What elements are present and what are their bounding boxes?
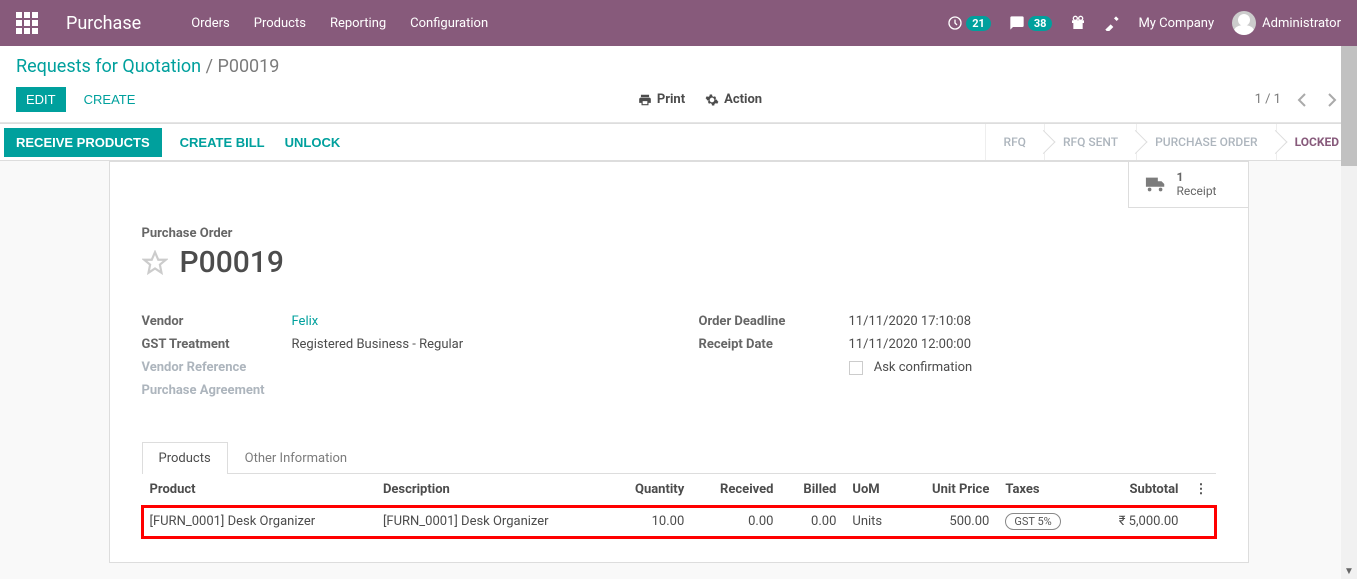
notebook-tabs: Products Other Information xyxy=(142,442,1216,474)
wrench-icon[interactable] xyxy=(1104,15,1120,31)
pager-text: 1 / 1 xyxy=(1255,92,1281,107)
th-subtotal[interactable]: Subtotal xyxy=(1089,474,1186,506)
print-icon xyxy=(638,93,652,107)
tab-other-info[interactable]: Other Information xyxy=(228,442,364,474)
menu-products[interactable]: Products xyxy=(254,16,306,31)
stat-receipt-count: 1 xyxy=(1177,170,1217,184)
value-ask-confirmation: Ask confirmation xyxy=(849,360,973,375)
label-deadline: Order Deadline xyxy=(699,314,849,329)
label-vendor-ref: Vendor Reference xyxy=(142,360,292,375)
status-bar: RECEIVE PRODUCTS CREATE BILL UNLOCK RFQ … xyxy=(0,123,1357,161)
breadcrumb-current: P00019 xyxy=(217,56,279,77)
gift-icon[interactable] xyxy=(1070,15,1086,31)
cell-more xyxy=(1187,506,1216,538)
ask-confirmation-checkbox[interactable] xyxy=(849,361,863,375)
avatar-icon xyxy=(1232,11,1256,35)
table-header-row: Product Description Quantity Received Bi… xyxy=(142,474,1216,506)
menu-reporting[interactable]: Reporting xyxy=(330,16,386,31)
label-gst: GST Treatment xyxy=(142,337,292,352)
form-sheet: 1 Receipt Purchase Order P00019 Vendor F… xyxy=(109,161,1249,563)
cell-subtotal: ₹ 5,000.00 xyxy=(1089,506,1186,538)
user-menu[interactable]: Administrator xyxy=(1232,11,1341,35)
table-row[interactable]: [FURN_0001] Desk Organizer [FURN_0001] D… xyxy=(142,506,1216,538)
label-vendor: Vendor xyxy=(142,314,292,329)
pager-prev[interactable] xyxy=(1293,89,1311,111)
control-panel: Requests for Quotation / P00019 EDIT CRE… xyxy=(0,46,1357,123)
status-steps: RFQ RFQ SENT PURCHASE ORDER LOCKED xyxy=(985,124,1357,160)
label-agreement: Purchase Agreement xyxy=(142,383,292,398)
status-step-rfq-sent[interactable]: RFQ SENT xyxy=(1044,124,1136,160)
status-step-rfq[interactable]: RFQ xyxy=(985,124,1044,160)
order-lines-table: Product Description Quantity Received Bi… xyxy=(142,474,1216,538)
pager-next[interactable] xyxy=(1323,89,1341,111)
th-more[interactable]: ⋮ xyxy=(1187,474,1216,506)
create-bill-button[interactable]: CREATE BILL xyxy=(170,130,275,155)
cell-received: 0.00 xyxy=(692,506,781,538)
navbar-right: 21 38 My Company Administrator xyxy=(947,11,1341,35)
th-taxes[interactable]: Taxes xyxy=(997,474,1089,506)
top-navbar: Purchase Orders Products Reporting Confi… xyxy=(0,0,1357,46)
cell-uom: Units xyxy=(844,506,903,538)
th-description[interactable]: Description xyxy=(375,474,608,506)
breadcrumb-parent[interactable]: Requests for Quotation xyxy=(16,56,201,77)
th-billed[interactable]: Billed xyxy=(781,474,844,506)
receive-products-button[interactable]: RECEIVE PRODUCTS xyxy=(4,128,162,157)
cell-unit-price: 500.00 xyxy=(903,506,997,538)
scroll-down-icon[interactable]: ▼ xyxy=(1341,563,1357,579)
app-brand[interactable]: Purchase xyxy=(66,13,141,34)
record-title: P00019 xyxy=(180,245,284,280)
stat-receipt-label: Receipt xyxy=(1177,184,1217,198)
main-menu: Orders Products Reporting Configuration xyxy=(191,16,488,31)
cell-description: [FURN_0001] Desk Organizer xyxy=(375,506,608,538)
gear-icon xyxy=(705,93,719,107)
status-step-purchase-order[interactable]: PURCHASE ORDER xyxy=(1136,124,1276,160)
chevron-right-icon xyxy=(1327,93,1337,107)
value-receipt-date: 11/11/2020 12:00:00 xyxy=(849,337,972,352)
unlock-button[interactable]: UNLOCK xyxy=(275,130,351,155)
label-ask-blank xyxy=(699,360,849,375)
cell-quantity: 10.00 xyxy=(608,506,692,538)
tax-pill: GST 5% xyxy=(1005,513,1060,530)
truck-icon xyxy=(1145,173,1167,195)
scroll-thumb[interactable] xyxy=(1341,46,1357,166)
stat-receipt-button[interactable]: 1 Receipt xyxy=(1128,162,1248,208)
menu-orders[interactable]: Orders xyxy=(191,16,230,31)
title-label: Purchase Order xyxy=(142,226,1216,241)
th-uom[interactable]: UoM xyxy=(844,474,903,506)
breadcrumb: Requests for Quotation / P00019 xyxy=(16,56,1341,77)
value-vendor[interactable]: Felix xyxy=(292,314,319,329)
value-gst: Registered Business - Regular xyxy=(292,337,464,352)
value-deadline: 11/11/2020 17:10:08 xyxy=(849,314,972,329)
star-icon xyxy=(142,250,168,276)
th-received[interactable]: Received xyxy=(692,474,781,506)
cell-product: [FURN_0001] Desk Organizer xyxy=(142,506,375,538)
create-button[interactable]: CREATE xyxy=(74,87,146,112)
form-view-body: 1 Receipt Purchase Order P00019 Vendor F… xyxy=(0,161,1357,563)
th-product[interactable]: Product xyxy=(142,474,375,506)
cell-billed: 0.00 xyxy=(781,506,844,538)
th-quantity[interactable]: Quantity xyxy=(608,474,692,506)
cell-taxes: GST 5% xyxy=(997,506,1089,538)
th-unit-price[interactable]: Unit Price xyxy=(903,474,997,506)
activity-badge: 21 xyxy=(966,16,991,31)
menu-configuration[interactable]: Configuration xyxy=(410,16,488,31)
priority-star[interactable] xyxy=(142,250,168,276)
action-button[interactable]: Action xyxy=(705,92,762,107)
breadcrumb-sep: / xyxy=(206,56,213,77)
discuss-badge: 38 xyxy=(1028,16,1053,31)
tab-products[interactable]: Products xyxy=(142,442,228,474)
company-switcher[interactable]: My Company xyxy=(1138,16,1214,31)
activity-icon[interactable]: 21 xyxy=(947,15,991,31)
print-button[interactable]: Print xyxy=(638,92,685,107)
chevron-left-icon xyxy=(1297,93,1307,107)
vertical-scrollbar[interactable]: ▲ ▼ xyxy=(1341,46,1357,579)
label-receipt-date: Receipt Date xyxy=(699,337,849,352)
edit-button[interactable]: EDIT xyxy=(16,87,66,112)
apps-icon[interactable] xyxy=(16,12,38,34)
discuss-icon[interactable]: 38 xyxy=(1009,15,1053,31)
